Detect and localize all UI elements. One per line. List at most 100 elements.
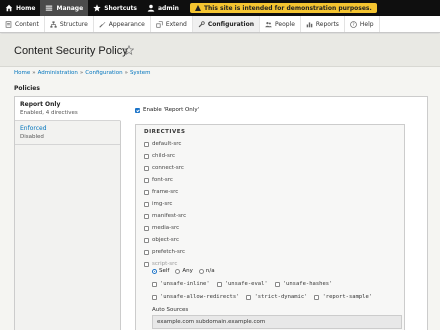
keyword-unsafe-eval[interactable]: 'unsafe-eval' (216, 281, 268, 287)
extend-icon (156, 20, 163, 28)
directive-script-src[interactable]: script-src (144, 261, 177, 267)
breadcrumb-link-home[interactable]: Home (14, 70, 30, 76)
directive-checkbox[interactable] (144, 153, 149, 159)
keyword-label: 'report-sample' (322, 294, 373, 300)
keyword-row-1: 'unsafe-inline' 'unsafe-eval' 'unsafe-ha… (152, 281, 339, 287)
directive-checkbox[interactable] (144, 141, 149, 147)
directive-checkbox[interactable] (144, 165, 149, 171)
directive-label: script-src (152, 261, 178, 267)
breadcrumb-separator: » (124, 70, 128, 76)
keyword-checkbox[interactable] (152, 281, 157, 287)
keyword-strict-dynamic[interactable]: 'strict-dynamic' (246, 294, 307, 300)
directive-object-src[interactable]: object-src (144, 237, 179, 243)
demo-notice-text: This site is intended for demonstration … (203, 4, 372, 12)
tray-item-extend[interactable]: Extend (151, 16, 193, 32)
directive-checkbox[interactable] (144, 201, 149, 207)
directive-default-src[interactable]: default-src (144, 141, 181, 147)
radio-button[interactable] (198, 268, 204, 274)
tray-item-label: Structure (59, 20, 88, 28)
keyword-unsafe-allow-redirects[interactable]: 'unsafe-allow-redirects' (152, 294, 239, 300)
keyword-report-sample[interactable]: 'report-sample' (314, 294, 372, 300)
directive-frame-src[interactable]: frame-src (144, 189, 178, 195)
toolbar-manage[interactable]: Manage (40, 0, 89, 16)
tray-item-reports[interactable]: Reports (301, 16, 345, 32)
vertical-tabs-menu: Report Only Enabled, 4 directives Enforc… (15, 97, 121, 330)
tray-item-people[interactable]: People (260, 16, 301, 32)
tray-item-structure[interactable]: Structure (45, 16, 94, 32)
directive-prefetch-src[interactable]: prefetch-src (144, 249, 185, 255)
tab-enforced[interactable]: Enforced Disabled (15, 121, 120, 145)
keyword-checkbox[interactable] (274, 281, 280, 287)
directive-label: prefetch-src (152, 249, 186, 255)
policy-vertical-tabs: Report Only Enabled, 4 directives Enforc… (14, 96, 428, 330)
directive-manifest-src[interactable]: manifest-src (144, 213, 186, 219)
directive-checkbox[interactable] (144, 177, 149, 183)
tab-report-only[interactable]: Report Only Enabled, 4 directives (15, 97, 121, 121)
keyword-label: 'unsafe-allow-redirects' (160, 294, 240, 300)
keyword-checkbox[interactable] (246, 294, 252, 300)
user-icon (147, 4, 155, 12)
keyword-unsafe-inline[interactable]: 'unsafe-inline' (152, 281, 210, 287)
enable-report-only-checkbox[interactable] (135, 107, 140, 113)
directive-child-src[interactable]: child-src (144, 153, 175, 159)
page-header: Content Security Policy (0, 34, 440, 67)
menu-icon (46, 5, 53, 11)
tray-item-label: Extend (165, 20, 187, 28)
breadcrumb-link-system[interactable]: System (130, 70, 151, 76)
directive-checkbox[interactable] (144, 189, 149, 195)
directive-label: default-src (152, 141, 182, 147)
appearance-icon (99, 21, 106, 28)
breadcrumb-link-administration[interactable]: Administration (38, 70, 78, 76)
keyword-label: 'unsafe-inline' (160, 281, 210, 287)
radio-option-na[interactable]: n/a (198, 268, 215, 274)
directive-checkbox[interactable] (144, 249, 149, 255)
keyword-label: 'unsafe-eval' (224, 281, 268, 287)
directive-font-src[interactable]: font-src (144, 177, 173, 183)
tray-item-appearance[interactable]: Appearance (94, 16, 151, 32)
tray-item-label: Reports (315, 20, 339, 28)
directives-fieldset: DIRECTIVES default-src child-src connect… (135, 124, 405, 330)
tab-title: Report Only (20, 101, 61, 108)
directives-legend: DIRECTIVES (144, 129, 186, 135)
directive-label: font-src (152, 177, 173, 183)
breadcrumb-link-configuration[interactable]: Configuration (85, 70, 122, 76)
radio-option-self[interactable]: Self (152, 268, 169, 274)
radio-option-any[interactable]: Any (175, 268, 193, 274)
tray-item-label: Content (15, 20, 39, 28)
radio-button[interactable] (175, 268, 181, 274)
structure-icon (50, 20, 57, 28)
keyword-unsafe-hashes[interactable]: 'unsafe-hashes' (274, 281, 332, 287)
toolbar-shortcuts[interactable]: Shortcuts (88, 0, 142, 16)
wrench-icon (198, 20, 205, 27)
toolbar-manage-label: Manage (56, 4, 84, 12)
directive-label: frame-src (152, 189, 179, 195)
enable-report-only-row[interactable]: Enable 'Report Only' (135, 107, 199, 113)
keyword-checkbox[interactable] (314, 294, 320, 300)
breadcrumb-separator: » (79, 70, 84, 76)
radio-button[interactable] (152, 268, 157, 274)
directive-media-src[interactable]: media-src (144, 225, 179, 231)
directive-checkbox[interactable] (144, 237, 149, 243)
directive-checkbox[interactable] (144, 213, 149, 219)
directive-label: media-src (152, 225, 180, 231)
toolbar-user-label: admin (158, 4, 179, 12)
toolbar-home[interactable]: Home (0, 0, 40, 16)
toolbar-user[interactable]: admin (142, 0, 184, 16)
toolbar-shortcuts-label: Shortcuts (104, 4, 137, 12)
enable-report-only-label: Enable 'Report Only' (143, 107, 200, 113)
keyword-row-2: 'unsafe-allow-redirects' 'strict-dynamic… (152, 294, 379, 300)
tray-item-configuration[interactable]: Configuration (192, 16, 260, 32)
directive-checkbox[interactable] (144, 225, 149, 231)
directive-img-src[interactable]: img-src (144, 201, 172, 207)
shortcut-star-icon[interactable] (124, 45, 134, 55)
directive-checkbox[interactable] (144, 261, 149, 267)
radio-label: n/a (205, 268, 215, 274)
help-icon: ? (350, 20, 357, 28)
tray-item-help[interactable]: ? Help (345, 16, 380, 32)
tray-item-label: Appearance (108, 20, 145, 28)
directive-connect-src[interactable]: connect-src (144, 165, 184, 171)
keyword-checkbox[interactable] (216, 281, 222, 287)
auto-sources-field: example.com subdomain.example.com (152, 315, 402, 329)
tray-item-content[interactable]: Content (0, 16, 45, 32)
keyword-checkbox[interactable] (152, 294, 157, 300)
